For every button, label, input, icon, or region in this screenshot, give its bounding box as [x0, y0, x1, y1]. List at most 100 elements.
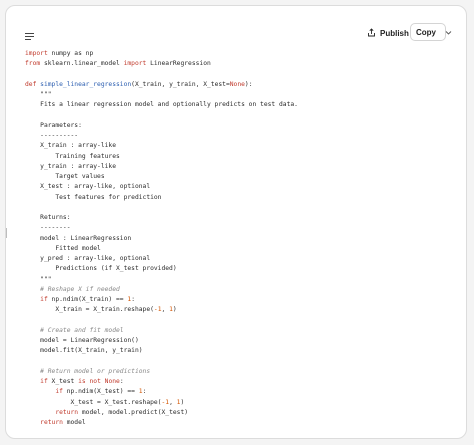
- code-token: """: [25, 91, 52, 98]
- copy-button-group: Copy: [410, 23, 452, 41]
- code-line: from sklearn.linear_model import LinearR…: [25, 59, 456, 69]
- code-token: if: [40, 378, 48, 385]
- code-token: from: [25, 60, 41, 68]
- artifact-toolbar: Publish Copy: [6, 6, 466, 42]
- code-line: # Return model or predictions: [25, 367, 456, 377]
- code-token: Parameters:: [25, 121, 82, 129]
- code-token: -1: [161, 398, 170, 406]
- code-token: :: [142, 388, 147, 396]
- menu-lines-icon[interactable]: [25, 28, 34, 40]
- code-token: numpy as np: [47, 50, 94, 57]
- code-token: import: [25, 50, 48, 57]
- code-token: # Return model or predictions: [40, 367, 151, 375]
- code-token: X_test: [47, 378, 79, 385]
- code-line: X_train : array-like: [25, 141, 456, 151]
- code-token: Returns:: [25, 214, 71, 221]
- code-token: X_test = X_test.reshape(: [25, 398, 162, 406]
- code-block[interactable]: import numpy as np from sklearn.linear_mo…: [25, 49, 456, 428]
- code-token: simple_linear_regression: [40, 80, 132, 88]
- code-line: if X_test is not None:: [25, 377, 456, 387]
- code-line: y_train : array-like: [25, 162, 456, 172]
- code-token: X_train : array-like: [25, 142, 116, 150]
- code-token: model = LinearRegression(): [25, 337, 139, 344]
- code-token: ,: [161, 306, 170, 314]
- code-line: Predictions (if X_test provided): [25, 264, 456, 274]
- code-token: import: [123, 60, 147, 68]
- scroll-indicator: [6, 228, 7, 238]
- code-line: --------: [25, 223, 456, 233]
- code-token: return: [40, 419, 63, 426]
- code-token: y_train : array-like: [25, 162, 116, 170]
- code-artifact-panel: Publish Copy import numpy as np from skle…: [5, 5, 467, 439]
- code-line: Parameters:: [25, 121, 456, 131]
- code-token: # Reshape X if needed: [40, 285, 120, 293]
- code-line: Fitted model: [25, 244, 456, 254]
- code-line: """: [25, 90, 456, 100]
- code-line: X_test = X_test.reshape(-1, 1): [25, 398, 456, 408]
- code-line: Target values: [25, 172, 456, 182]
- publish-button[interactable]: Publish: [367, 23, 409, 43]
- code-token: :: [131, 296, 135, 303]
- chevron-down-icon: [445, 23, 452, 41]
- code-token: ----------: [25, 132, 79, 139]
- code-token: ): [172, 306, 177, 314]
- code-token: ): [180, 398, 185, 406]
- code-token: # Create and fit model: [40, 326, 124, 334]
- code-token: (X_train, y_train, X_test=: [131, 80, 230, 88]
- code-line: if np.ndim(X_test) == 1:: [25, 387, 456, 397]
- share-upload-icon: [367, 27, 376, 39]
- code-token: Fits a linear regression model and optio…: [25, 101, 298, 109]
- code-token: np.ndim(X_test) ==: [62, 388, 139, 396]
- code-line: Test features for prediction: [25, 193, 456, 203]
- code-token: X_test : array-like, optional: [25, 183, 151, 191]
- code-line: Training features: [25, 152, 456, 162]
- code-line: if np.ndim(X_train) == 1:: [25, 295, 456, 305]
- code-token: -1: [153, 306, 162, 314]
- code-token: ):: [244, 80, 253, 88]
- code-token: None: [229, 80, 245, 88]
- code-token: model, model.predict(X_test): [78, 408, 189, 416]
- code-line: model.fit(X_train, y_train): [25, 346, 456, 356]
- code-line: y_pred : array-like, optional: [25, 254, 456, 264]
- code-line: Returns:: [25, 213, 456, 223]
- code-token: if: [55, 388, 63, 396]
- code-line: # Reshape X if needed: [25, 285, 456, 295]
- code-token: return: [55, 408, 79, 416]
- copy-options-dropdown[interactable]: [441, 24, 456, 40]
- code-token: y_pred : array-like, optional: [25, 255, 151, 262]
- code-token: Test features for prediction: [25, 193, 162, 201]
- code-token: """: [25, 275, 52, 283]
- code-token: Training features: [25, 152, 120, 160]
- code-token: LinearRegression: [146, 60, 211, 68]
- code-token: if: [40, 296, 48, 303]
- code-line: X_train = X_train.reshape(-1, 1): [25, 305, 456, 315]
- code-token: --------: [25, 224, 71, 232]
- code-line: import numpy as np: [25, 49, 456, 59]
- code-line: model = LinearRegression(): [25, 336, 456, 346]
- code-token: Fitted model: [25, 244, 101, 252]
- code-token: Predictions (if X_test provided): [25, 265, 177, 273]
- code-token: model: [62, 419, 86, 426]
- copy-button[interactable]: Copy: [411, 24, 441, 40]
- code-line: return model, model.predict(X_test): [25, 408, 456, 418]
- code-token: np.ndim(X_train) ==: [47, 296, 128, 303]
- code-line: return model: [25, 418, 456, 428]
- code-line: model : LinearRegression: [25, 234, 456, 244]
- code-token: def: [25, 80, 37, 88]
- code-token: sklearn.linear_model: [40, 60, 124, 68]
- code-line: # Create and fit model: [25, 326, 456, 336]
- code-token: None: [104, 378, 120, 385]
